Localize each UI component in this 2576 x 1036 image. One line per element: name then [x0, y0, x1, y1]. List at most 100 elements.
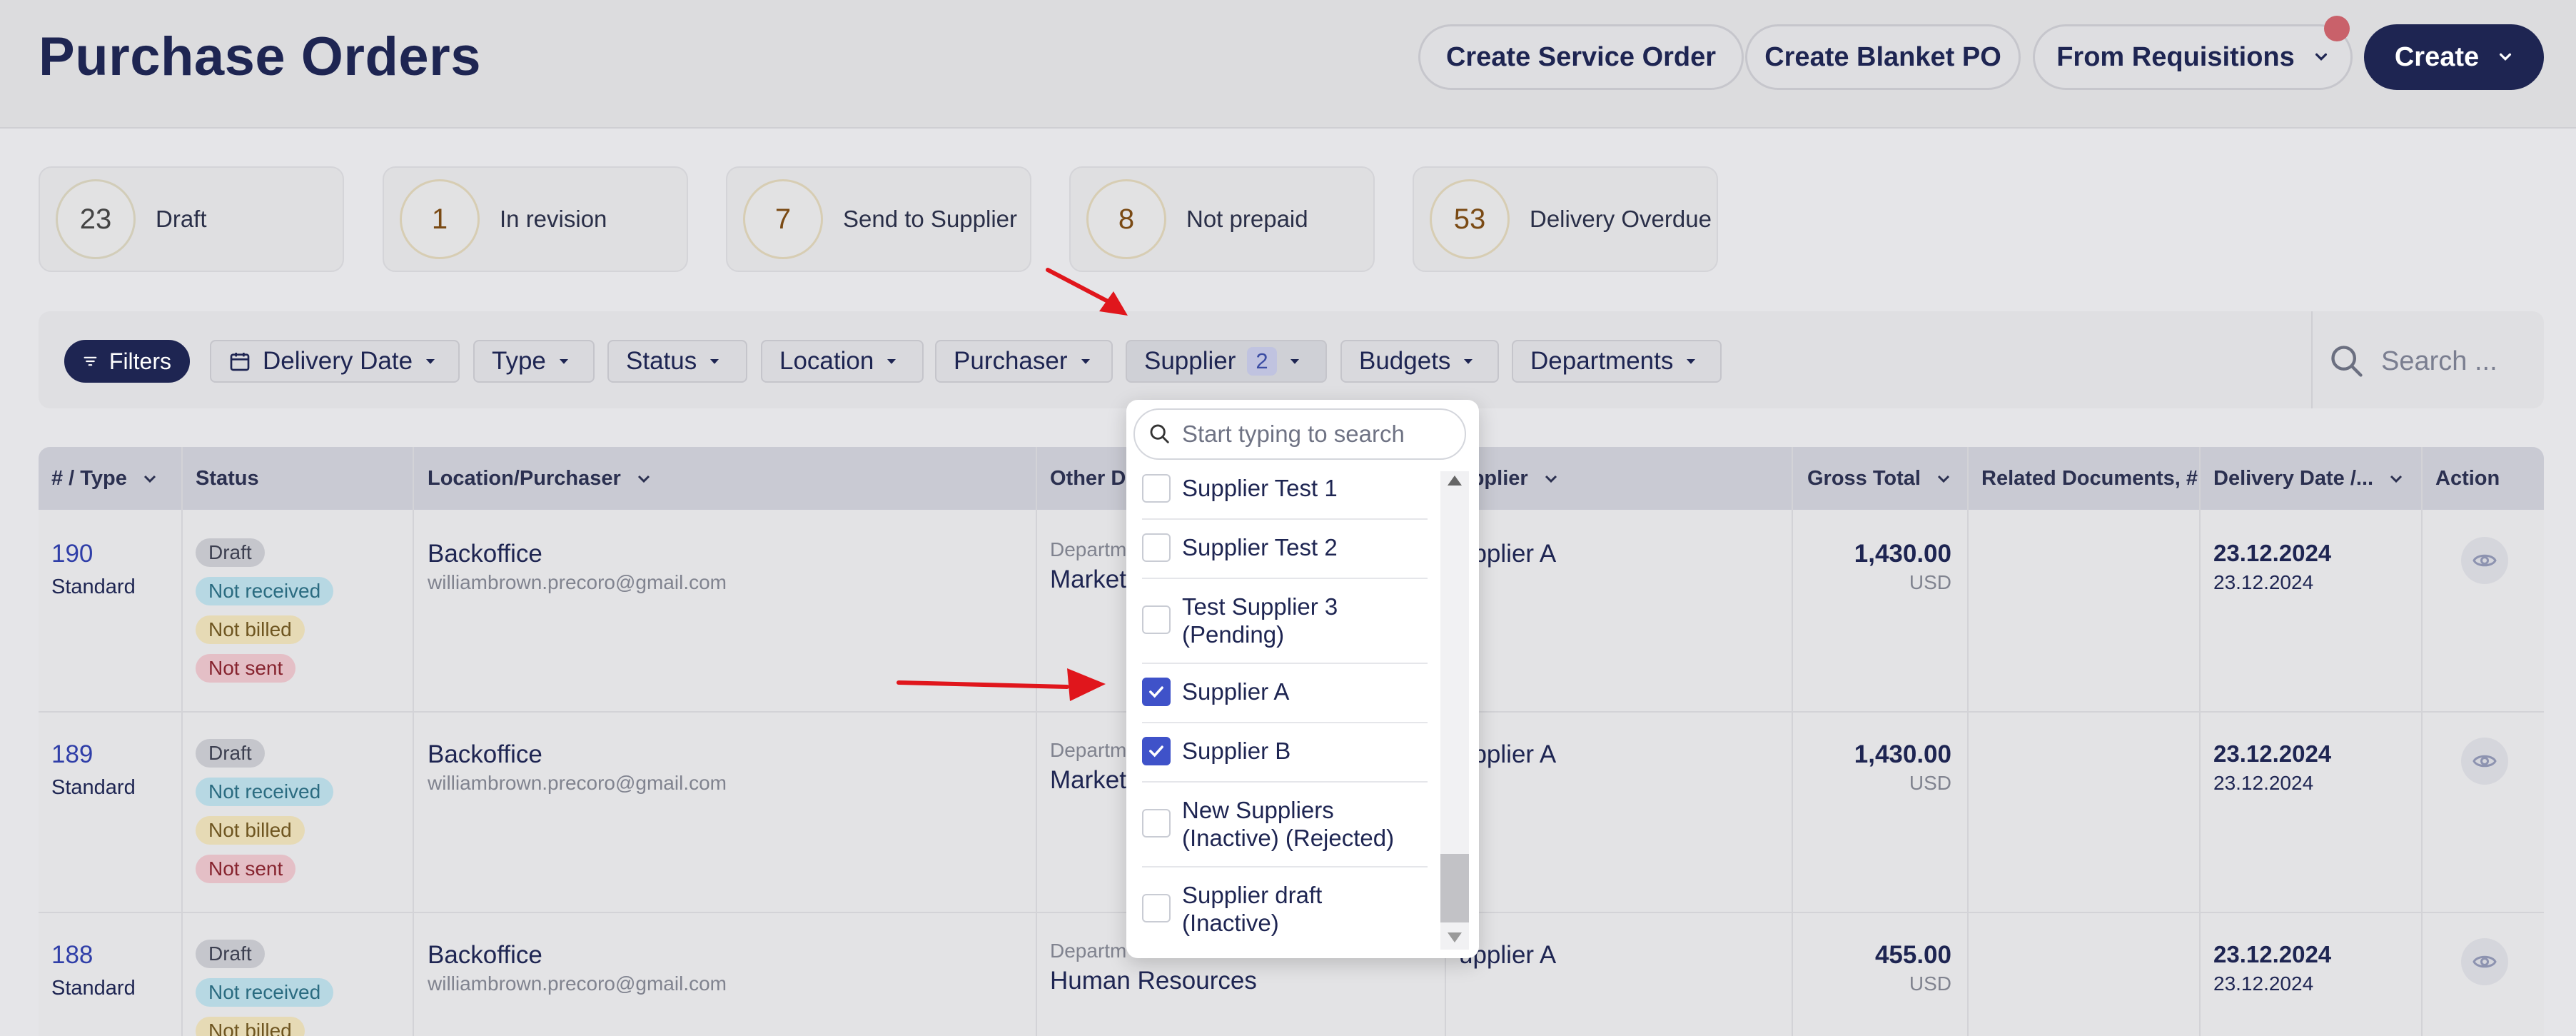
chevron-down-icon: [2390, 475, 2403, 483]
filter-purchaser[interactable]: Purchaser: [935, 340, 1113, 383]
po-type: Standard: [51, 575, 136, 598]
calendar-icon: [230, 353, 250, 371]
filter-icon: [84, 356, 97, 366]
status-badge: Not received: [196, 778, 334, 806]
delivery-date-secondary: 23.12.2024: [2213, 972, 2314, 995]
filter-departments[interactable]: Departments: [1512, 340, 1722, 383]
stat-label: Send to Supplier: [843, 206, 1018, 232]
status-badge: Not billed: [196, 816, 305, 845]
view-button[interactable]: [2461, 938, 2508, 985]
view-button[interactable]: [2461, 738, 2508, 785]
checkbox[interactable]: [1142, 474, 1171, 503]
supplier-option-selected[interactable]: Supplier A: [1142, 678, 1428, 706]
column-header-gross-total[interactable]: Gross Total: [1807, 447, 1952, 510]
checkbox-checked[interactable]: [1142, 737, 1171, 765]
filter-budgets[interactable]: Budgets: [1340, 340, 1499, 383]
filter-type[interactable]: Type: [473, 340, 595, 383]
filter-location[interactable]: Location: [761, 340, 924, 383]
from-requisitions-button[interactable]: From Requisitions: [2033, 24, 2353, 90]
stat-card-in-revision[interactable]: 1 In revision: [383, 166, 688, 272]
po-number-link[interactable]: 190: [51, 540, 93, 568]
stat-card-send-to-supplier[interactable]: 7 Send to Supplier: [726, 166, 1031, 272]
divider: [1142, 578, 1428, 579]
filter-label: Budgets: [1359, 347, 1451, 375]
purchaser-email: williambrown.precoro@gmail.com: [428, 772, 727, 794]
checkbox[interactable]: [1142, 894, 1171, 922]
checkbox[interactable]: [1142, 533, 1171, 562]
chevron-down-icon: [637, 475, 650, 483]
stat-count: 53: [1430, 179, 1510, 259]
column-label: Action: [2435, 466, 2500, 490]
supplier-option[interactable]: Supplier Test 2: [1142, 533, 1428, 562]
create-blanket-po-button[interactable]: Create Blanket PO: [1745, 24, 2021, 90]
department-name: Human Resources: [1050, 967, 1257, 995]
filter-delivery-date[interactable]: Delivery Date: [210, 340, 460, 383]
column-header-related: Related Documents, #: [1981, 447, 2198, 510]
department-label: Departm: [1050, 940, 1127, 962]
divider: [1142, 722, 1428, 723]
checkbox[interactable]: [1142, 605, 1171, 634]
chevron-down-icon: [1545, 475, 1557, 483]
dropdown-search[interactable]: [1133, 408, 1466, 460]
caret-down-icon: [887, 359, 896, 364]
caret-down-icon: [1081, 359, 1090, 364]
po-number-link[interactable]: 188: [51, 941, 93, 970]
divider: [1142, 518, 1428, 520]
stat-card-not-prepaid[interactable]: 8 Not prepaid: [1069, 166, 1375, 272]
checkbox-checked[interactable]: [1142, 678, 1171, 706]
chevron-down-icon: [2315, 53, 2327, 61]
selected-count-badge: 2: [1247, 347, 1277, 376]
gross-total: 455.00: [1874, 941, 1951, 969]
supplier-option[interactable]: New Suppliers (Inactive) (Rejected): [1142, 796, 1428, 852]
stat-count: 23: [56, 179, 136, 259]
view-button[interactable]: [2461, 537, 2508, 584]
filters-button[interactable]: Filters: [64, 340, 190, 383]
purchaser-email: williambrown.precoro@gmail.com: [428, 571, 727, 593]
caret-down-icon: [710, 359, 719, 364]
department-name: Market: [1050, 565, 1126, 593]
status-badge: Not sent: [196, 654, 296, 683]
filter-label: Departments: [1530, 347, 1674, 375]
column-header-delivery-date[interactable]: Delivery Date /...: [2213, 447, 2405, 510]
filter-label: Purchaser: [954, 347, 1068, 375]
checkmark-icon: [1149, 745, 1163, 758]
scroll-up-arrow-icon[interactable]: [1448, 476, 1462, 486]
caret-down-icon: [1464, 359, 1473, 364]
option-label: Supplier Test 2: [1182, 534, 1338, 560]
filter-label: Delivery Date: [263, 347, 413, 375]
location-name: Backoffice: [428, 740, 542, 768]
stat-card-delivery-overdue[interactable]: 53 Delivery Overdue: [1413, 166, 1718, 272]
scrollbar-thumb[interactable]: [1440, 854, 1469, 922]
supplier-option[interactable]: Supplier Test 1: [1142, 474, 1428, 503]
filter-label: Status: [626, 347, 697, 375]
page-title: Purchase Orders: [39, 26, 482, 87]
supplier-option[interactable]: Supplier draft (Inactive): [1142, 881, 1428, 937]
checkbox[interactable]: [1142, 809, 1171, 838]
create-service-order-button[interactable]: Create Service Order: [1418, 24, 1744, 90]
column-header-num-type[interactable]: # / Type: [51, 447, 158, 510]
stat-card-draft[interactable]: 23 Draft: [39, 166, 344, 272]
po-number-link[interactable]: 189: [51, 740, 93, 769]
supplier-option-selected[interactable]: Supplier B: [1142, 737, 1428, 765]
annotation-arrow-icon: [1046, 268, 1128, 316]
filter-supplier[interactable]: Supplier 2: [1126, 340, 1327, 383]
location-name: Backoffice: [428, 540, 542, 568]
divider: [1142, 781, 1428, 783]
stat-label: Draft: [156, 206, 207, 232]
supplier-dropdown: Supplier Test 1 Supplier Test 2 Test Sup…: [1126, 400, 1479, 958]
divider: [1967, 447, 1969, 1036]
create-blanket-po-label: Create Blanket PO: [1764, 41, 2001, 72]
annotation-arrow-icon: [896, 668, 1106, 701]
column-header-location[interactable]: Location/Purchaser: [428, 447, 652, 510]
filter-label: Location: [779, 347, 874, 375]
scroll-down-arrow-icon[interactable]: [1448, 932, 1462, 942]
supplier-option[interactable]: Test Supplier 3 (Pending): [1142, 593, 1428, 648]
status-badge: Not billed: [196, 615, 305, 644]
stat-label: Delivery Overdue: [1530, 206, 1712, 232]
filter-status[interactable]: Status: [607, 340, 747, 383]
create-button[interactable]: Create: [2364, 24, 2544, 90]
search-input[interactable]: [2381, 340, 2524, 383]
dropdown-search-input[interactable]: [1182, 421, 1453, 448]
column-label: Gross Total: [1807, 466, 1921, 490]
filter-label: Type: [492, 347, 546, 375]
